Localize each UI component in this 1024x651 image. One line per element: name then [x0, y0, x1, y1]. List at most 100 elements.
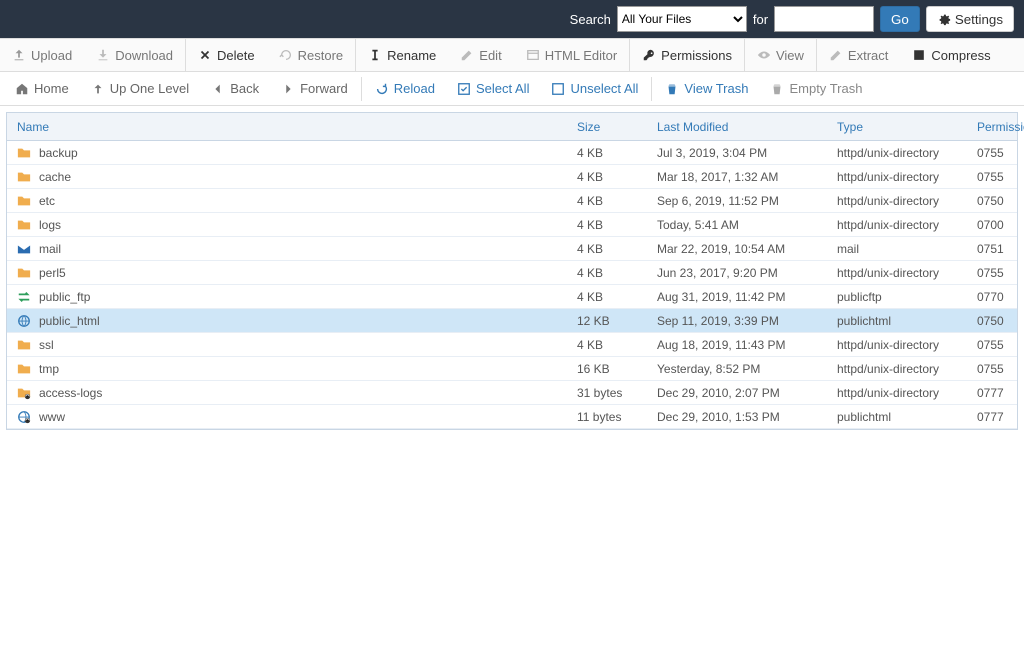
- key-icon: [642, 48, 656, 62]
- extract-icon: [829, 48, 843, 62]
- forward-icon: [281, 82, 295, 96]
- compress-button[interactable]: Compress: [900, 38, 1002, 72]
- file-modified: Sep 6, 2019, 11:52 PM: [647, 194, 827, 208]
- file-row[interactable]: mail4 KBMar 22, 2019, 10:54 AMmail0751: [7, 237, 1017, 261]
- file-permissions: 0700: [967, 218, 1017, 232]
- file-size: 11 bytes: [567, 410, 647, 424]
- linkf-icon: [17, 386, 31, 400]
- reload-button[interactable]: Reload: [364, 75, 446, 103]
- view-button[interactable]: View: [745, 38, 817, 72]
- file-name: etc: [39, 194, 55, 208]
- folder-icon: [17, 266, 31, 280]
- file-row[interactable]: perl54 KBJun 23, 2017, 9:20 PMhttpd/unix…: [7, 261, 1017, 285]
- file-modified: Today, 5:41 AM: [647, 218, 827, 232]
- folder-icon: [17, 362, 31, 376]
- folder-icon: [17, 338, 31, 352]
- file-permissions: 0755: [967, 362, 1017, 376]
- forward-button[interactable]: Forward: [270, 75, 359, 103]
- file-rows-container: backup4 KBJul 3, 2019, 3:04 PMhttpd/unix…: [7, 141, 1017, 429]
- file-type: httpd/unix-directory: [827, 386, 967, 400]
- file-row[interactable]: backup4 KBJul 3, 2019, 3:04 PMhttpd/unix…: [7, 141, 1017, 165]
- home-button[interactable]: Home: [4, 75, 80, 103]
- file-modified: Aug 18, 2019, 11:43 PM: [647, 338, 827, 352]
- file-permissions: 0777: [967, 410, 1017, 424]
- col-header-permissions[interactable]: Permissions: [967, 120, 1024, 134]
- file-size: 4 KB: [567, 146, 647, 160]
- file-row[interactable]: cache4 KBMar 18, 2017, 1:32 AMhttpd/unix…: [7, 165, 1017, 189]
- view-trash-button[interactable]: View Trash: [654, 75, 759, 103]
- trash-icon: [665, 82, 679, 96]
- ftp-icon: [17, 290, 31, 304]
- file-size: 31 bytes: [567, 386, 647, 400]
- file-row[interactable]: www11 bytesDec 29, 2010, 1:53 PMpublicht…: [7, 405, 1017, 429]
- search-scope-select[interactable]: All Your Files: [617, 6, 747, 32]
- file-permissions: 0755: [967, 266, 1017, 280]
- compress-icon: [912, 48, 926, 62]
- search-input[interactable]: [774, 6, 874, 32]
- extract-button[interactable]: Extract: [817, 38, 900, 72]
- back-button[interactable]: Back: [200, 75, 270, 103]
- file-name: ssl: [39, 338, 54, 352]
- rename-button[interactable]: Rename: [356, 38, 448, 72]
- file-permissions: 0755: [967, 146, 1017, 160]
- file-type: httpd/unix-directory: [827, 218, 967, 232]
- settings-button[interactable]: Settings: [926, 6, 1014, 32]
- file-type: httpd/unix-directory: [827, 338, 967, 352]
- col-header-type[interactable]: Type: [827, 120, 967, 134]
- file-size: 4 KB: [567, 170, 647, 184]
- file-name: mail: [39, 242, 61, 256]
- file-name: public_html: [39, 314, 100, 328]
- file-permissions: 0777: [967, 386, 1017, 400]
- edit-button[interactable]: Edit: [448, 38, 513, 72]
- back-icon: [211, 82, 225, 96]
- file-size: 4 KB: [567, 266, 647, 280]
- file-name: public_ftp: [39, 290, 90, 304]
- html-editor-button[interactable]: HTML Editor: [514, 38, 630, 72]
- file-size: 4 KB: [567, 218, 647, 232]
- separator: [361, 77, 362, 101]
- file-row[interactable]: ssl4 KBAug 18, 2019, 11:43 PMhttpd/unix-…: [7, 333, 1017, 357]
- go-button[interactable]: Go: [880, 6, 920, 32]
- restore-button[interactable]: Restore: [267, 38, 357, 72]
- file-size: 12 KB: [567, 314, 647, 328]
- empty-square-icon: [551, 82, 565, 96]
- upload-button[interactable]: Upload: [0, 38, 84, 72]
- search-label: Search: [570, 12, 611, 27]
- delete-button[interactable]: Delete: [186, 38, 267, 72]
- file-row[interactable]: public_html12 KBSep 11, 2019, 3:39 PMpub…: [7, 309, 1017, 333]
- upload-icon: [12, 48, 26, 62]
- folder-icon: [17, 146, 31, 160]
- up-one-level-button[interactable]: Up One Level: [80, 75, 201, 103]
- file-type: publicftp: [827, 290, 967, 304]
- file-row[interactable]: etc4 KBSep 6, 2019, 11:52 PMhttpd/unix-d…: [7, 189, 1017, 213]
- file-size: 16 KB: [567, 362, 647, 376]
- permissions-button[interactable]: Permissions: [630, 38, 745, 72]
- file-name: logs: [39, 218, 61, 232]
- file-row[interactable]: public_ftp4 KBAug 31, 2019, 11:42 PMpubl…: [7, 285, 1017, 309]
- gear-icon: [937, 12, 951, 26]
- file-type: httpd/unix-directory: [827, 266, 967, 280]
- folder-icon: [17, 218, 31, 232]
- file-size: 4 KB: [567, 290, 647, 304]
- linkg-icon: [17, 410, 31, 424]
- file-type: httpd/unix-directory: [827, 362, 967, 376]
- file-permissions: 0750: [967, 194, 1017, 208]
- col-header-size[interactable]: Size: [567, 120, 647, 134]
- file-row[interactable]: logs 4 KBToday, 5:41 AMhttpd/unix-directo…: [7, 213, 1017, 237]
- col-header-last-modified[interactable]: Last Modified: [647, 120, 827, 134]
- col-header-name[interactable]: Name: [7, 120, 567, 134]
- empty-trash-button[interactable]: Empty Trash: [759, 75, 873, 103]
- file-row[interactable]: tmp16 KBYesterday, 8:52 PMhttpd/unix-dir…: [7, 357, 1017, 381]
- file-type: mail: [827, 242, 967, 256]
- file-name: tmp: [39, 362, 59, 376]
- top-search-bar: Search All Your Files for Go Settings: [0, 0, 1024, 38]
- empty-trash-icon: [770, 82, 784, 96]
- file-permissions: 0755: [967, 338, 1017, 352]
- separator: [651, 77, 652, 101]
- file-row[interactable]: access-logs31 bytesDec 29, 2010, 2:07 PM…: [7, 381, 1017, 405]
- file-type: httpd/unix-directory: [827, 146, 967, 160]
- download-button[interactable]: Download: [84, 38, 186, 72]
- unselect-all-button[interactable]: Unselect All: [540, 75, 649, 103]
- file-permissions: 0750: [967, 314, 1017, 328]
- select-all-button[interactable]: Select All: [446, 75, 540, 103]
